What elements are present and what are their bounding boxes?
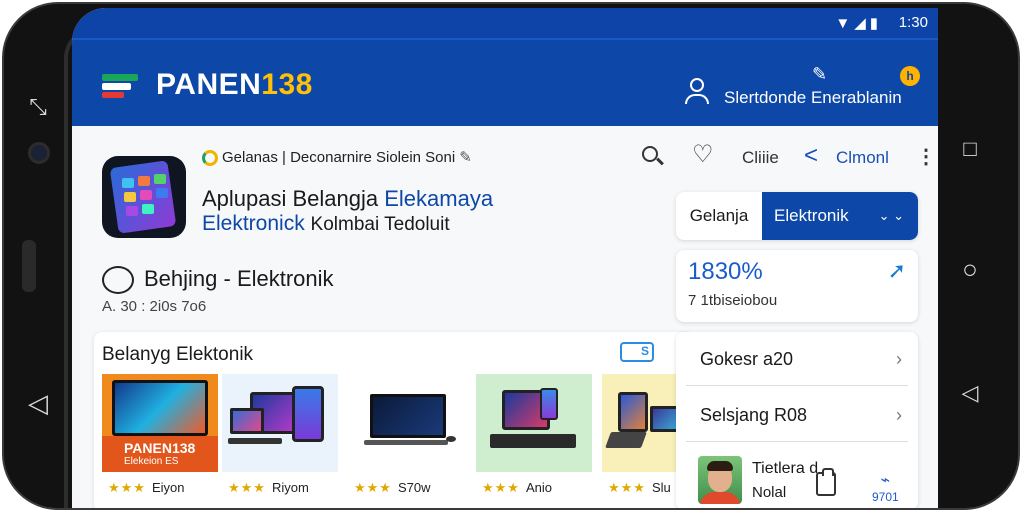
brand-number: 138 — [261, 68, 313, 101]
breadcrumb-text[interactable]: Gelanas | Deconarnire Siolein Soni — [222, 149, 455, 166]
right-system-bar: □ ○ ◁ — [950, 0, 1000, 512]
brand-logo-icon — [102, 74, 138, 98]
status-bar: ▼◢▮ 1:30 — [72, 8, 938, 38]
products-section: Belanyg Elektonik S PANEN138 Elekeion ES… — [94, 332, 694, 508]
product-card[interactable]: PANEN138 Elekeion ES ★★★ Eiyon — [102, 374, 218, 508]
main-content: Gelanas | Deconarnire Siolein Soni ✎ Aplu… — [80, 126, 938, 508]
product-image — [348, 374, 464, 472]
back-nav-icon[interactable]: ◁ — [950, 380, 990, 406]
subtitle-part: Elektronick — [202, 212, 311, 235]
product-image — [476, 374, 592, 472]
product-label: Slu — [651, 480, 671, 495]
brand-text: PANEN — [156, 68, 262, 101]
stat-subtitle: 7 1tbiseiobou — [688, 292, 778, 309]
feather-icon[interactable]: ✎ — [812, 64, 827, 85]
title-part: Aplupasi Belangja — [202, 186, 385, 211]
toolbar-link[interactable]: Clmonl — [836, 148, 889, 168]
products-badge[interactable]: S — [620, 342, 654, 362]
product-card[interactable]: ★★★ S70w — [348, 374, 464, 508]
segment-option-b[interactable]: Elektronik ⌄ ⌄ — [762, 192, 918, 240]
product-label: Eiyon — [151, 480, 185, 495]
product-card[interactable]: ★★★ Anio — [476, 374, 592, 508]
user-icon[interactable] — [682, 76, 712, 106]
app-subtitle: Elektronick Kolmbai Tedoluit — [202, 212, 450, 236]
list-item-label: Selsjang R08 — [700, 405, 808, 425]
recents-icon[interactable]: □ — [950, 136, 990, 162]
side-list: Gokesr a20 › Selsjang R08 › Tietlera d N… — [676, 332, 918, 508]
profile-subtitle: Nolal — [752, 484, 787, 501]
stat-card[interactable]: 1830% ➚ 7 1tbiseiobou — [676, 250, 918, 322]
side-button — [22, 240, 36, 292]
account-link[interactable]: Slertdonde Enerablanin — [724, 88, 902, 108]
chevron-right-icon: › — [896, 405, 902, 425]
app-screen: ▼◢▮ 1:30 PANEN138 Slertdonde Enerablanin… — [72, 8, 938, 508]
products-title: Belanyg Elektonik — [102, 344, 254, 365]
subtitle-dark: Kolmbai Tedoluit — [310, 214, 450, 235]
product-label: Riyom — [271, 480, 309, 495]
segment-option-b-label: Elektronik — [774, 206, 849, 225]
stat-value: 1830% — [688, 258, 763, 285]
chevron-right-icon: › — [896, 349, 902, 369]
product-image: PANEN138 Elekeion ES — [102, 374, 218, 472]
profile-tag-label: 9701 — [872, 490, 899, 504]
product-brand-sub: Elekeion ES — [124, 456, 179, 467]
product-rating: ★★★ Slu — [608, 480, 671, 496]
app-title: Aplupasi Belangja Elekamaya — [202, 186, 493, 212]
brand-name[interactable]: PANEN138 — [156, 68, 313, 102]
profile-item[interactable]: Tietlera d Nolal ⌁ 9701 — [686, 450, 908, 508]
avatar — [698, 456, 742, 504]
chevron-down-icon: ⌄ ⌄ — [878, 208, 904, 223]
heart-icon[interactable]: ♡ — [692, 140, 714, 169]
category-meta: A. 30 : 2i0s 7o6 — [102, 298, 207, 315]
status-time: 1:30 — [898, 14, 928, 31]
toolbar-label[interactable]: Cliiie — [742, 148, 779, 168]
app-header: PANEN138 Slertdonde Enerablanin ✎ h — [72, 38, 938, 126]
segment-option-a[interactable]: Gelanja — [676, 192, 762, 240]
search-icon[interactable] — [640, 144, 664, 168]
breadcrumb-logo-icon — [202, 150, 218, 167]
title-highlight: Elekamaya — [384, 186, 494, 211]
signal-icons: ▼◢▮ — [835, 15, 882, 32]
category-icon — [102, 266, 134, 295]
product-rating: ★★★ Riyom — [228, 480, 309, 496]
list-item-label: Gokesr a20 — [700, 349, 794, 369]
tag-glyph-icon: ⌁ — [880, 472, 891, 489]
product-image — [222, 374, 338, 472]
category-label: Behjing - Elektronik — [144, 266, 334, 291]
more-icon[interactable]: ⋮ — [916, 144, 936, 169]
clipboard-icon[interactable] — [816, 468, 836, 496]
product-card[interactable]: ★★★ Riyom — [222, 374, 338, 508]
product-label: Anio — [525, 480, 552, 495]
product-label: S70w — [397, 480, 431, 495]
camera-lens — [28, 142, 50, 164]
share-icon[interactable]: < — [804, 142, 818, 170]
rotate-icon[interactable]: ⤡ — [18, 94, 58, 120]
breadcrumb: Gelanas | Deconarnire Siolein Soni ✎ — [202, 148, 472, 167]
category-heading: Behjing - Elektronik — [102, 266, 334, 295]
list-item[interactable]: Gokesr a20 › — [686, 332, 908, 386]
profile-name: Tietlera d — [752, 460, 819, 477]
arrow-icon[interactable]: ➚ — [888, 258, 906, 284]
edit-icon[interactable]: ✎ — [459, 149, 472, 166]
left-system-bar: ⤡ ◁ — [18, 0, 58, 512]
rating-stars: ★★★ — [482, 480, 520, 495]
rating-stars: ★★★ — [228, 480, 266, 495]
notification-badge[interactable]: h — [900, 66, 920, 86]
category-segment: Gelanja Elektronik ⌄ ⌄ — [676, 192, 918, 240]
product-brand: PANEN138 — [124, 440, 196, 456]
product-rating: ★★★ S70w — [354, 480, 431, 496]
profile-tag[interactable]: ⌁ 9701 — [872, 470, 899, 504]
rating-stars: ★★★ — [108, 480, 146, 495]
rating-stars: ★★★ — [608, 480, 646, 495]
home-icon[interactable]: ○ — [950, 254, 990, 285]
app-icon[interactable] — [102, 156, 186, 238]
rating-stars: ★★★ — [354, 480, 392, 495]
back-icon[interactable]: ◁ — [18, 388, 58, 419]
list-item[interactable]: Selsjang R08 › — [686, 388, 908, 442]
product-rating: ★★★ Anio — [482, 480, 552, 496]
product-rating: ★★★ Eiyon — [108, 480, 185, 496]
